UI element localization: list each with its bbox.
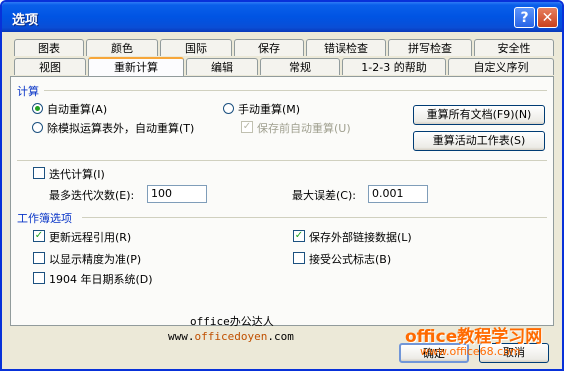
iteration-checkbox[interactable] — [33, 167, 45, 179]
close-button[interactable]: ✕ — [537, 7, 558, 28]
update-remote-checkbox[interactable]: ✓ — [33, 230, 45, 242]
save-external-links-label: 保存外部链接数据(L) — [309, 231, 412, 244]
auto-except-tables-radio[interactable] — [32, 122, 43, 133]
tab-error-checking[interactable]: 错误检查 — [306, 39, 386, 56]
tab-international[interactable]: 国际 — [160, 39, 232, 56]
date-1904-checkbox[interactable] — [33, 272, 45, 284]
tab-general[interactable]: 常规 — [260, 58, 340, 75]
max-change-input[interactable]: 0.001 — [368, 185, 428, 203]
iteration-divider — [17, 160, 547, 161]
tab-spelling[interactable]: 拼写检查 — [388, 39, 472, 56]
calc-group-title: 计算 — [17, 85, 39, 98]
brand-url-watermark: www.office68.com — [420, 345, 521, 358]
watermark-url: www.officedoyen.com — [168, 330, 294, 343]
brand-watermark: office教程学习网 — [405, 327, 543, 347]
date-1904-label: 1904 年日期系统(D) — [49, 273, 153, 286]
tab-chart[interactable]: 图表 — [14, 39, 84, 56]
tab-save[interactable]: 保存 — [234, 39, 304, 56]
recalc-sheet-button[interactable]: 重算活动工作表(S) — [413, 131, 545, 151]
help-button[interactable]: ? — [514, 7, 535, 28]
tab-lotus-help[interactable]: 1-2-3 的帮助 — [342, 58, 446, 75]
accept-labels-checkbox[interactable] — [293, 252, 305, 264]
save-before-recalc-checkbox[interactable]: ✓ — [241, 121, 253, 133]
precision-as-displayed-label: 以显示精度为准(P) — [49, 253, 142, 266]
manual-recalc-label: 手动重算(M) — [238, 103, 301, 116]
max-iterations-label: 最多迭代次数(E): — [49, 189, 135, 202]
title-bar[interactable]: 选项 ? ✕ — [2, 2, 562, 32]
auto-recalc-label: 自动重算(A) — [47, 103, 108, 116]
max-iterations-input[interactable]: 100 — [147, 185, 207, 203]
max-change-label: 最大误差(C): — [292, 189, 356, 202]
tab-custom-lists[interactable]: 自定义序列 — [448, 58, 554, 75]
options-dialog: 选项 ? ✕ 图表 颜色 国际 保存 错误检查 拼写检查 安全性 视图 重新计算… — [0, 0, 564, 371]
auto-recalc-radio[interactable] — [32, 103, 43, 114]
auto-except-tables-label: 除模拟运算表外，自动重算(T) — [47, 122, 195, 135]
workbook-group-title: 工作簿选项 — [17, 212, 72, 225]
tab-security[interactable]: 安全性 — [474, 39, 554, 56]
update-remote-label: 更新远程引用(R) — [49, 231, 132, 244]
precision-as-displayed-checkbox[interactable] — [33, 252, 45, 264]
manual-recalc-radio[interactable] — [223, 103, 234, 114]
iteration-label: 迭代计算(I) — [49, 168, 105, 181]
tab-color[interactable]: 颜色 — [86, 39, 158, 56]
workbook-divider — [82, 217, 547, 218]
watermark-text: office办公达人 — [190, 315, 274, 328]
window-title: 选项 — [12, 13, 39, 28]
tab-view[interactable]: 视图 — [14, 58, 86, 75]
tab-edit[interactable]: 编辑 — [186, 58, 258, 75]
recalc-all-button[interactable]: 重算所有文档(F9)(N) — [413, 105, 545, 125]
calc-divider — [44, 90, 547, 91]
save-external-links-checkbox[interactable]: ✓ — [293, 230, 305, 242]
tab-calculation[interactable]: 重新计算 — [88, 57, 184, 76]
accept-labels-label: 接受公式标志(B) — [309, 253, 392, 266]
save-before-recalc-label: 保存前自动重算(U) — [257, 122, 351, 135]
